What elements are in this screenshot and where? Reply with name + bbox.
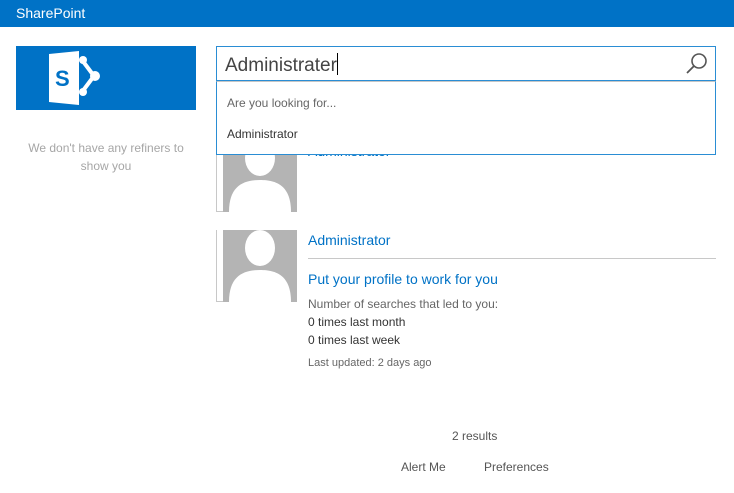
app-title[interactable]: SharePoint bbox=[16, 5, 85, 21]
result-count: 2 results bbox=[452, 429, 498, 443]
svg-text:S: S bbox=[55, 66, 70, 91]
search-icon[interactable] bbox=[685, 52, 709, 81]
suggestions-heading: Are you looking for... bbox=[227, 96, 337, 110]
refiners-empty-message: We don't have any refiners to show you bbox=[28, 141, 184, 173]
result-divider bbox=[308, 258, 716, 259]
query-suggestions-dropdown: Are you looking for... Administrator bbox=[216, 81, 716, 155]
suggestion-item[interactable]: Administrator bbox=[227, 127, 298, 141]
search-box[interactable]: Administrater bbox=[216, 46, 716, 81]
sharepoint-logo[interactable]: S bbox=[16, 46, 196, 110]
preferences-link[interactable]: Preferences bbox=[484, 460, 549, 474]
searches-last-week: 0 times last week bbox=[308, 333, 401, 347]
searches-last-month: 0 times last month bbox=[308, 315, 406, 329]
search-input[interactable]: Administrater bbox=[225, 53, 338, 77]
sharepoint-logo-icon: S bbox=[49, 51, 100, 105]
person-placeholder-icon bbox=[223, 230, 297, 302]
text-caret bbox=[336, 53, 338, 75]
profile-photo[interactable] bbox=[216, 230, 297, 302]
suite-bar: SharePoint bbox=[0, 0, 734, 27]
result-name-link[interactable]: Administrator bbox=[308, 232, 390, 248]
searches-label: Number of searches that led to you: bbox=[308, 297, 499, 311]
alert-me-link[interactable]: Alert Me bbox=[401, 460, 446, 474]
profile-promo-link[interactable]: Put your profile to work for you bbox=[308, 271, 498, 287]
last-updated: Last updated: 2 days ago bbox=[308, 357, 432, 369]
